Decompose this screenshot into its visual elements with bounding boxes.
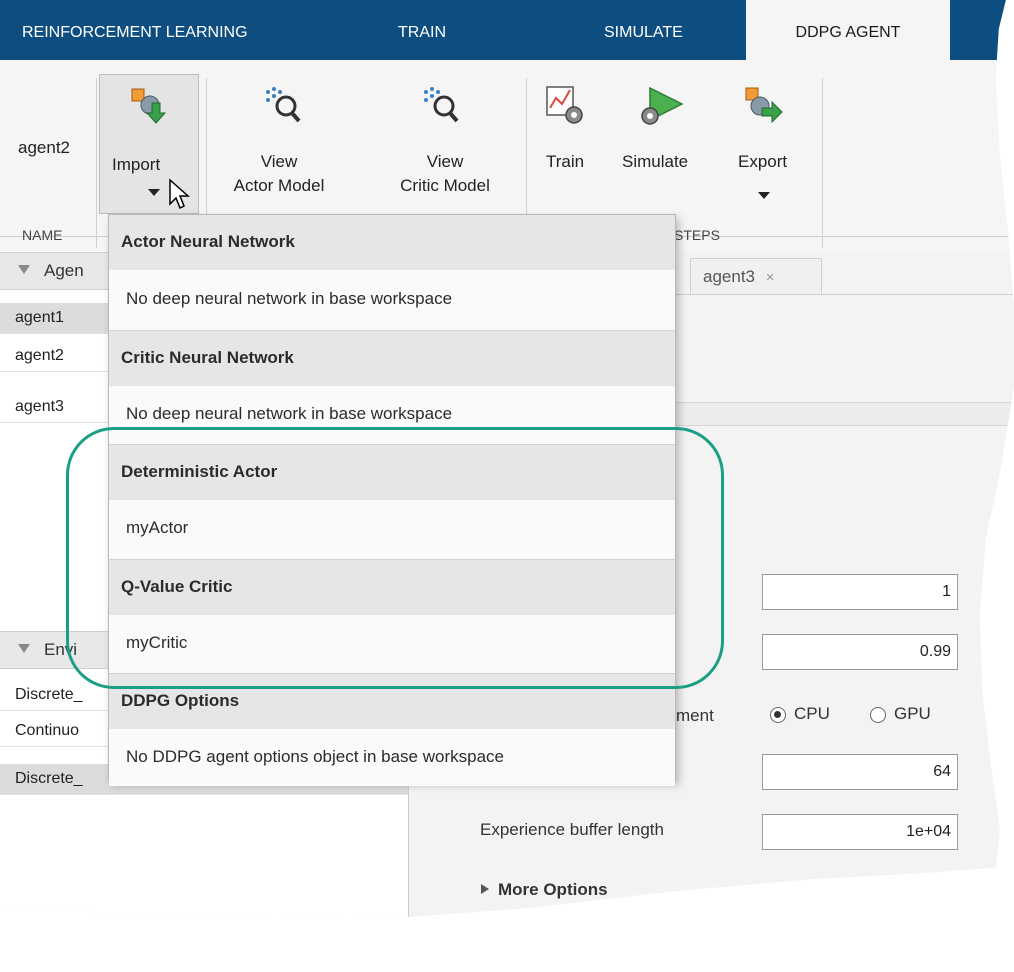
more-options-toggle[interactable]: More Options xyxy=(480,880,608,900)
import-label: Import xyxy=(112,155,161,174)
cpu-radio[interactable] xyxy=(770,707,786,723)
numeric-field[interactable]: 1 xyxy=(762,574,958,610)
doc-tab-label: agent3 xyxy=(703,267,755,286)
dropdown-item[interactable]: No deep neural network in base workspace xyxy=(109,271,675,328)
collapse-triangle-icon xyxy=(18,644,30,653)
chevron-down-icon xyxy=(758,192,770,199)
dropdown-section-header: Critic Neural Network xyxy=(109,330,675,386)
gpu-label: GPU xyxy=(894,704,931,723)
view-critic-label-2: Critic Model xyxy=(400,176,490,195)
environments-header-label: Envi xyxy=(44,640,78,659)
view-actor-label-2: Actor Model xyxy=(233,176,325,195)
cpu-label: CPU xyxy=(794,704,830,723)
train-icon xyxy=(546,86,583,124)
tab-reinforcement-learning[interactable]: REINFORCEMENT LEARNING xyxy=(22,0,248,60)
dropdown-item[interactable]: No DDPG agent options object in base wor… xyxy=(109,729,675,786)
dropdown-section-header: Deterministic Actor xyxy=(109,444,675,500)
section-steps-label: STEPS xyxy=(674,227,720,243)
view-actor-model-button[interactable]: View Actor Model xyxy=(224,150,334,198)
divider xyxy=(822,78,823,248)
experience-buffer-label: Experience buffer length xyxy=(480,820,664,839)
dropdown-section-header: Actor Neural Network xyxy=(109,215,675,270)
import-icon xyxy=(131,88,167,124)
view-critic-model-button[interactable]: View Critic Model xyxy=(380,150,510,198)
tab-train[interactable]: TRAIN xyxy=(398,0,446,60)
doc-tab-agent3[interactable]: agent3 × xyxy=(690,258,822,294)
dropdown-section-header: DDPG Options xyxy=(109,673,675,729)
dropdown-item[interactable]: No deep neural network in base workspace xyxy=(109,386,675,443)
minibatch-size-field[interactable]: 64 xyxy=(762,754,958,790)
app-window: REINFORCEMENT LEARNING TRAIN SIMULATE DD… xyxy=(0,0,1014,920)
dropdown-item-my-critic[interactable]: myCritic xyxy=(109,615,675,672)
simulate-icon xyxy=(641,86,684,125)
import-dropdown-menu: Actor Neural Network No deep neural netw… xyxy=(108,214,676,786)
view-critic-label-1: View xyxy=(426,152,464,171)
view-actor-label-1: View xyxy=(260,152,298,171)
experience-buffer-field[interactable]: 1e+04 xyxy=(762,814,958,850)
dropdown-section-header: Q-Value Critic xyxy=(109,559,675,615)
simulate-button[interactable]: Simulate xyxy=(622,150,688,174)
tab-simulate[interactable]: SIMULATE xyxy=(604,0,683,60)
mouse-cursor-icon xyxy=(169,178,190,210)
close-icon[interactable]: × xyxy=(766,269,775,286)
agent-name-field[interactable]: agent2 xyxy=(18,136,70,160)
dropdown-item-my-actor[interactable]: myActor xyxy=(109,500,675,557)
view-critic-model-icon xyxy=(424,87,459,123)
toolstrip-tabs: REINFORCEMENT LEARNING TRAIN SIMULATE DD… xyxy=(0,0,1014,60)
divider xyxy=(96,78,97,248)
section-name-label: NAME xyxy=(22,227,63,243)
train-button[interactable]: Train xyxy=(546,150,584,174)
agents-header-label: Agen xyxy=(44,261,84,280)
expand-triangle-icon xyxy=(481,884,489,894)
device-label: ment xyxy=(676,706,714,725)
view-actor-model-icon xyxy=(266,87,301,123)
export-icon xyxy=(745,87,783,124)
chevron-down-icon xyxy=(148,189,160,196)
gpu-radio[interactable] xyxy=(870,707,886,723)
numeric-field[interactable]: 0.99 xyxy=(762,634,958,670)
tab-ddpg-agent[interactable]: DDPG AGENT xyxy=(746,0,950,60)
collapse-triangle-icon xyxy=(18,265,30,274)
more-options-label: More Options xyxy=(498,880,608,899)
export-button[interactable]: Export xyxy=(738,150,787,174)
